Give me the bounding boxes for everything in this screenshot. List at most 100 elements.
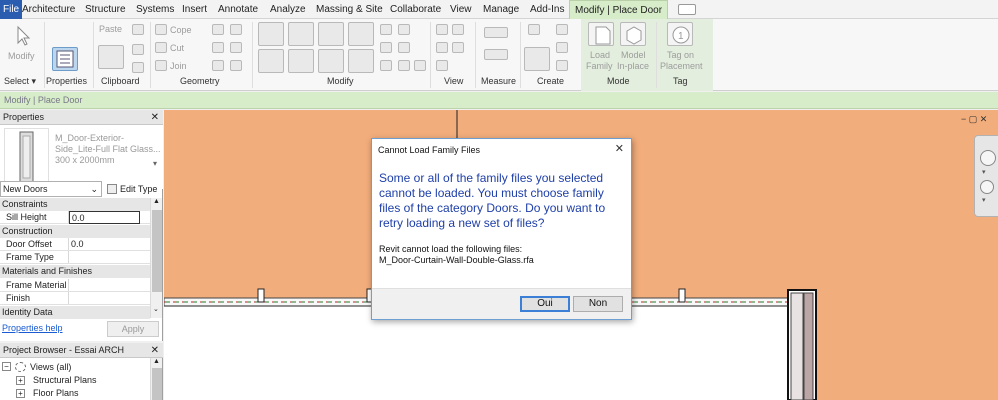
chevron-down-icon[interactable]: ▾ bbox=[982, 168, 986, 176]
create-assembly-icon[interactable] bbox=[556, 24, 568, 35]
scroll-thumb[interactable] bbox=[152, 210, 162, 292]
modify-label: Modify bbox=[8, 51, 35, 61]
close-icon[interactable]: ✕ bbox=[151, 110, 159, 125]
properties-help-link[interactable]: Properties help bbox=[2, 323, 63, 333]
panel-divider bbox=[150, 22, 151, 88]
similar-icon[interactable] bbox=[556, 42, 568, 53]
tab-collaborate[interactable]: Collaborate bbox=[390, 0, 441, 19]
properties-scrollbar[interactable]: ▲ ⌄ bbox=[150, 198, 162, 318]
measure-icon[interactable] bbox=[484, 27, 508, 38]
tab-file[interactable]: File bbox=[0, 0, 23, 19]
section-identity[interactable]: Identity Data bbox=[0, 306, 150, 319]
temporary-hide-icon[interactable] bbox=[452, 42, 464, 53]
split-gap-icon[interactable] bbox=[398, 24, 410, 35]
tab-structure[interactable]: Structure bbox=[85, 0, 126, 19]
pin-icon[interactable] bbox=[398, 42, 410, 53]
paste-icon[interactable] bbox=[98, 45, 124, 69]
rotate-icon[interactable] bbox=[318, 49, 344, 73]
section-constraints[interactable]: Constraints bbox=[0, 198, 150, 211]
scroll-thumb[interactable] bbox=[152, 368, 162, 400]
load-family-icon[interactable] bbox=[588, 22, 614, 46]
tag-on-placement-icon[interactable]: 1 bbox=[667, 22, 693, 46]
instance-filter-select[interactable]: New Doors ⌄ bbox=[0, 181, 102, 197]
paint-icon[interactable] bbox=[212, 60, 224, 71]
tab-view[interactable]: View bbox=[450, 0, 472, 19]
tab-architecture[interactable]: Architecture bbox=[22, 0, 75, 19]
chevron-down-icon[interactable]: ▾ bbox=[982, 196, 986, 204]
join-icon[interactable] bbox=[155, 60, 167, 71]
tab-manage[interactable]: Manage bbox=[483, 0, 519, 19]
copy-icon[interactable] bbox=[288, 49, 314, 73]
copy-clip-icon[interactable] bbox=[132, 44, 144, 55]
tab-massing-site[interactable]: Massing & Site bbox=[316, 0, 383, 19]
cope-label[interactable]: Cope bbox=[170, 25, 192, 35]
tree-item-floor-plans[interactable]: + Floor Plans bbox=[16, 387, 150, 400]
apply-button[interactable]: Apply bbox=[107, 321, 159, 337]
tree-item-views[interactable]: − Views (all) bbox=[2, 361, 150, 374]
tab-annotate[interactable]: Annotate bbox=[218, 0, 258, 19]
hide-element-icon[interactable] bbox=[452, 24, 464, 35]
cope-icon[interactable] bbox=[155, 24, 167, 35]
zoom-icon[interactable] bbox=[980, 180, 994, 194]
mirror-draw-icon[interactable] bbox=[348, 22, 374, 46]
cut-clip-icon[interactable] bbox=[132, 24, 144, 35]
close-icon[interactable]: ✕ bbox=[151, 343, 159, 358]
trim-icon[interactable] bbox=[348, 49, 374, 73]
split-face-icon[interactable] bbox=[212, 42, 224, 53]
split-icon[interactable] bbox=[380, 24, 392, 35]
section-construction[interactable]: Construction bbox=[0, 225, 150, 238]
unpin-icon[interactable] bbox=[398, 60, 410, 71]
create-group-icon[interactable] bbox=[524, 47, 550, 71]
dimension-icon[interactable] bbox=[484, 49, 508, 60]
row-frame-material[interactable]: Frame Material bbox=[0, 279, 150, 292]
browser-title: Project Browser - Essai ARCH bbox=[3, 345, 125, 355]
row-finish[interactable]: Finish bbox=[0, 292, 150, 305]
tab-add-ins[interactable]: Add-Ins bbox=[530, 0, 564, 19]
close-icon[interactable]: ✕ bbox=[615, 142, 624, 155]
steering-wheel-icon[interactable] bbox=[980, 150, 996, 166]
tree-item-structural-plans[interactable]: + Structural Plans bbox=[16, 374, 150, 387]
linework-icon[interactable] bbox=[436, 42, 448, 53]
override-graphics-icon[interactable] bbox=[436, 24, 448, 35]
create-similar-icon[interactable] bbox=[556, 60, 568, 71]
row-frame-type[interactable]: Frame Type bbox=[0, 251, 150, 264]
delete-icon[interactable] bbox=[414, 60, 426, 71]
remove-paint-icon[interactable] bbox=[230, 42, 242, 53]
unjoin-icon[interactable] bbox=[230, 60, 242, 71]
yes-button[interactable]: Oui bbox=[520, 296, 570, 312]
select-dropdown[interactable]: Select ▾ bbox=[4, 76, 36, 87]
browser-scrollbar[interactable]: ▲ bbox=[150, 358, 162, 400]
no-button[interactable]: Non bbox=[573, 296, 623, 312]
row-door-offset[interactable]: Door Offset 0.0 bbox=[0, 238, 150, 251]
sill-height-input[interactable]: 0.0 bbox=[69, 211, 140, 224]
window-controls[interactable]: − ▢ ✕ bbox=[961, 114, 991, 126]
type-selector[interactable]: M_Door-Exterior- Side_Lite-Full Flat Gla… bbox=[0, 125, 163, 189]
section-materials[interactable]: Materials and Finishes bbox=[0, 265, 150, 278]
create-parts-icon[interactable] bbox=[528, 24, 540, 35]
tab-insert[interactable]: Insert bbox=[182, 0, 207, 19]
panel-divider bbox=[252, 22, 253, 88]
cut-label[interactable]: Cut bbox=[170, 43, 184, 53]
array-icon[interactable] bbox=[380, 42, 392, 53]
dropdown-toggle-icon[interactable] bbox=[678, 4, 696, 15]
properties-icon[interactable] bbox=[52, 47, 78, 71]
view-template-icon[interactable] bbox=[436, 60, 448, 71]
edit-type-button[interactable]: Edit Type bbox=[106, 182, 160, 196]
wall-joins-icon[interactable] bbox=[212, 24, 224, 35]
align-icon[interactable] bbox=[258, 22, 284, 46]
cut-geometry-icon[interactable] bbox=[155, 42, 167, 53]
move-icon[interactable] bbox=[258, 49, 284, 73]
scale-icon[interactable] bbox=[380, 60, 392, 71]
match-type-icon[interactable] bbox=[132, 62, 144, 73]
modify-cursor-icon[interactable] bbox=[8, 23, 34, 47]
tab-analyze[interactable]: Analyze bbox=[270, 0, 306, 19]
tab-systems[interactable]: Systems bbox=[136, 0, 174, 19]
demolish-icon[interactable] bbox=[230, 24, 242, 35]
join-label[interactable]: Join bbox=[170, 61, 187, 71]
navigation-bar[interactable]: ▾ ▾ bbox=[974, 135, 998, 217]
model-inplace-icon[interactable] bbox=[620, 22, 646, 46]
tab-modify-place-door[interactable]: Modify | Place Door bbox=[569, 0, 669, 19]
offset-icon[interactable] bbox=[288, 22, 314, 46]
mirror-axis-icon[interactable] bbox=[318, 22, 344, 46]
chevron-down-icon[interactable]: ▾ bbox=[153, 159, 157, 168]
